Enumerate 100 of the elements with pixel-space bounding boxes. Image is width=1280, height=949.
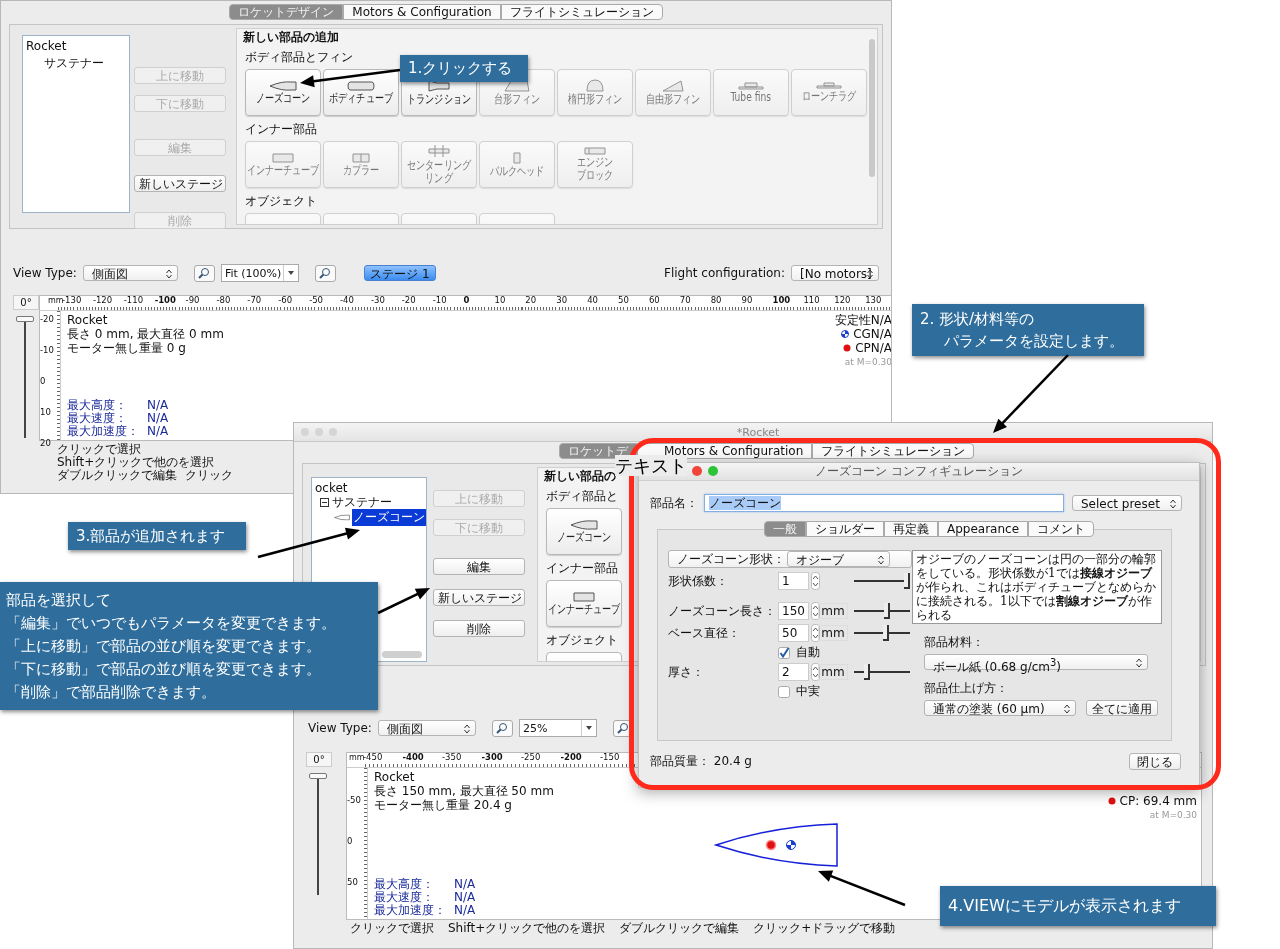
tick-label: -300 bbox=[481, 753, 503, 762]
stat-value: N/A bbox=[454, 891, 476, 904]
field-label: 部品材料： bbox=[924, 634, 985, 651]
tick-label: -10 bbox=[40, 346, 54, 355]
stat-value: N/A bbox=[454, 904, 476, 917]
tick-label: -450 bbox=[363, 753, 383, 762]
tick-label: 40 bbox=[587, 296, 598, 305]
info-text: Rocket bbox=[374, 770, 415, 784]
field-label: 部品仕上げ方： bbox=[924, 680, 1009, 697]
group-title: インナー部品 bbox=[546, 560, 618, 577]
callout-text: 「編集」でいつでもパラメータを変更できます。 bbox=[6, 613, 337, 633]
stability-text: CP: 69.4 mm bbox=[1119, 794, 1197, 808]
tick-label: 90 bbox=[741, 296, 753, 305]
view-type-label: View Type: bbox=[308, 721, 372, 735]
hint-text: クリックで選択 bbox=[350, 922, 434, 935]
callout-text: 「削除」で部品削除できます。 bbox=[6, 682, 217, 702]
group-title: オブジェクト bbox=[546, 632, 618, 649]
flight-config-label: Flight configuration: bbox=[664, 266, 785, 280]
stability-text: CGN/A bbox=[853, 327, 891, 341]
checkbox-label: 中実 bbox=[796, 683, 820, 700]
tick-label: 100 bbox=[772, 296, 791, 305]
tick-label: -100 bbox=[154, 296, 176, 305]
tick-label: 10 bbox=[494, 296, 506, 305]
tick-label: 30 bbox=[556, 296, 568, 305]
hint-text: クリック+ドラッグで移動 bbox=[753, 922, 896, 935]
unit-label: mm bbox=[818, 664, 848, 680]
field-label: ノーズコーン長さ： bbox=[668, 602, 777, 620]
group-title: ボディ部品と bbox=[546, 488, 618, 505]
stat-value: N/A bbox=[454, 878, 476, 891]
group-title: ボディ部品とフィン bbox=[245, 49, 353, 66]
stat-value: N/A bbox=[147, 412, 169, 425]
window-title: *Rocket bbox=[736, 425, 780, 439]
hint-text: Shift+クリックで他のを選択 bbox=[57, 456, 215, 469]
tick-label: 50 bbox=[618, 296, 629, 305]
tick-label: -80 bbox=[216, 296, 231, 305]
tick-label: -130 bbox=[62, 296, 82, 305]
tick-label: -150 bbox=[600, 753, 620, 762]
stat-label: 最大速度： bbox=[374, 891, 435, 904]
panel-title: 新しい部品の bbox=[542, 468, 618, 485]
stat-label: 最大加速度： bbox=[67, 425, 140, 438]
tick-label: 50 bbox=[347, 878, 358, 887]
unit-label: mm bbox=[818, 603, 848, 619]
tick-label: -250 bbox=[521, 753, 541, 762]
tick-label: 80 bbox=[710, 296, 722, 305]
tick-label: -40 bbox=[340, 296, 354, 305]
info-text: Rocket bbox=[67, 313, 108, 327]
overlay-text: テキスト bbox=[615, 455, 687, 476]
info-text: モーター無し重量 0 g bbox=[67, 341, 186, 355]
stat-label: 最大高度： bbox=[67, 399, 128, 412]
callout-text: 3.部品が追加されます bbox=[76, 526, 227, 546]
tick-label: -110 bbox=[123, 296, 144, 305]
hint-text: クリック bbox=[185, 469, 233, 482]
tick-label: -20 bbox=[40, 315, 54, 324]
tick-label: 110 bbox=[803, 296, 820, 305]
field-label: 厚さ： bbox=[668, 663, 705, 681]
tick-label: 70 bbox=[679, 296, 691, 305]
tick-label: 20 bbox=[525, 296, 537, 305]
unit-label: mm bbox=[818, 625, 848, 641]
hint-text: ダブルクリックで編集 bbox=[57, 469, 177, 482]
info-text: モーター無し重量 20.4 g bbox=[374, 798, 512, 812]
field-label: 部品名： bbox=[650, 494, 698, 512]
tick-label: -50 bbox=[347, 796, 361, 805]
tick-label: 120 bbox=[834, 296, 851, 305]
callout-text: 2. 形状/材料等の bbox=[920, 309, 1036, 330]
tick-label: -70 bbox=[247, 296, 262, 305]
tick-label: -60 bbox=[278, 296, 293, 305]
field-label: 形状係数： bbox=[668, 572, 729, 590]
callout-text: パラメータを設定します。 bbox=[943, 331, 1125, 352]
hint-text: Shift+クリックで他のを選択 bbox=[448, 922, 606, 935]
tick-label: -20 bbox=[401, 296, 416, 305]
tick-label: -350 bbox=[442, 753, 462, 762]
stability-text: at M=0.30 bbox=[844, 356, 891, 369]
tick-label: -120 bbox=[92, 296, 113, 305]
tick-label: 60 bbox=[648, 296, 660, 305]
callout-text: 4.VIEWにモデルが表示されます bbox=[948, 895, 1182, 917]
stat-label: 最大加速度： bbox=[374, 904, 447, 917]
info-text: 長さ 0 mm, 最大直径 0 mm bbox=[67, 327, 224, 341]
group-title: インナー部品 bbox=[245, 121, 317, 138]
tick-label: 0 bbox=[40, 377, 46, 386]
stat-label: 最大速度： bbox=[67, 412, 128, 425]
description-text: オジーブのノーズコーンは円の一部分の輪郭をしている。形状係数が1では接線オジーブが作られ、これはボディチューブとなめらかに接続される。1以下では割線オジーブが作られる bbox=[912, 550, 1162, 624]
unit-label: mm bbox=[348, 753, 363, 762]
tick-label: 130 bbox=[865, 296, 882, 305]
callout-text: 「下に移動」で部品の並び順を変更できます。 bbox=[6, 659, 322, 679]
checkbox-label: 自動 bbox=[796, 644, 820, 661]
tick-label: -50 bbox=[309, 296, 323, 305]
tick-label: 0 bbox=[463, 296, 470, 305]
hint-text: ダブルクリックで編集 bbox=[619, 922, 740, 935]
stat-value: N/A bbox=[147, 425, 169, 438]
tick-label: -10 bbox=[432, 296, 447, 305]
stability-text: at M=0.30 bbox=[1149, 809, 1197, 822]
tick-label: 20 bbox=[40, 439, 51, 448]
field-label: ノーズコーン形状： bbox=[677, 551, 786, 567]
tick-label: 10 bbox=[40, 408, 51, 417]
stability-text: 安定性N/A bbox=[834, 313, 891, 327]
stat-label: 最大高度： bbox=[374, 878, 435, 891]
panel-title: 新しい部品の追加 bbox=[241, 29, 341, 46]
stat-value: N/A bbox=[147, 399, 169, 412]
callout-text: 「上に移動」で部品の並び順を変更できます。 bbox=[6, 636, 322, 656]
tick-label: -90 bbox=[185, 296, 200, 305]
